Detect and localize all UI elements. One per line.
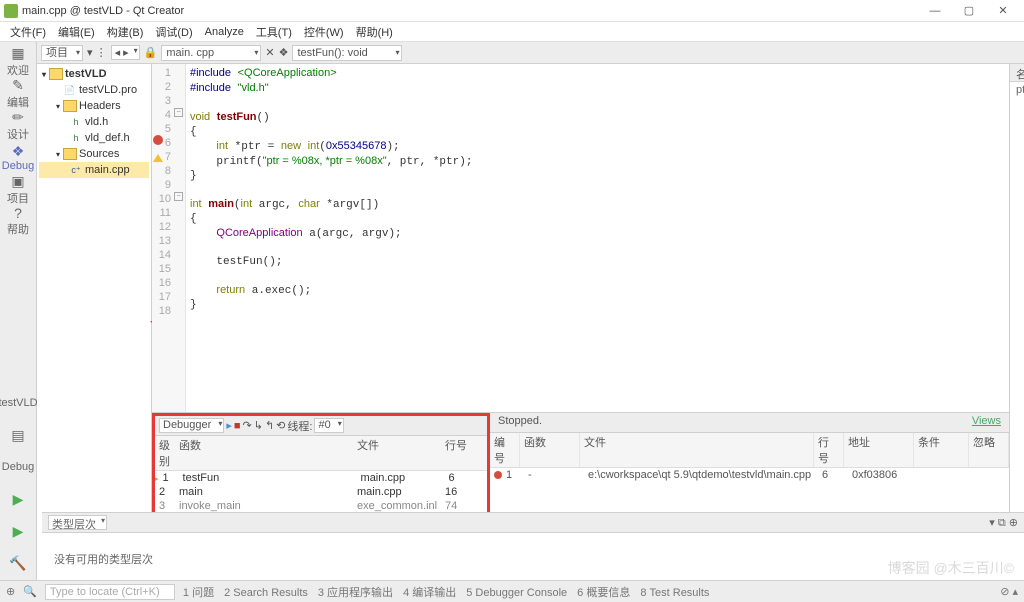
rail-bottom-btn[interactable]: ▶	[0, 484, 36, 514]
rail-项目[interactable]: ▣项目	[0, 174, 36, 204]
tree-header-file[interactable]: hvld_def.h	[39, 130, 149, 146]
line-gutter[interactable]: 123 4− 5 6 7 89 10− 1112131415161718	[152, 64, 186, 412]
col-level[interactable]: 级别	[155, 436, 175, 470]
locals-col-name[interactable]: 名称	[1010, 64, 1024, 81]
file-breadcrumb[interactable]: main. cpp	[161, 45, 261, 61]
menu-bar: 文件(F)编辑(E)构建(B)调试(D)Analyze工具(T)控件(W)帮助(…	[0, 22, 1024, 42]
rail-bottom-btn[interactable]: Debug	[0, 452, 36, 482]
nav-back[interactable]: ◂ ▸	[111, 45, 140, 60]
breakpoint-marker[interactable]	[153, 135, 163, 145]
debugger-status: Stopped.	[498, 415, 542, 430]
stack-frame[interactable]: 2mainmain.cpp16	[155, 485, 487, 499]
debug-step-over-icon[interactable]: ↷	[243, 419, 252, 432]
window-title: main.cpp @ testVLD - Qt Creator	[22, 5, 918, 17]
type-hierarchy-panel: 类型层次 ▾ ⧉ ⊕ 没有可用的类型层次	[42, 512, 1024, 580]
output-tab[interactable]: 4 编译输出	[403, 587, 456, 599]
menu-item[interactable]: 文件(F)	[4, 22, 52, 42]
panel-controls[interactable]: ▾ ⧉ ⊕	[989, 516, 1018, 530]
breakpoint-dot-icon	[494, 471, 502, 479]
rail-编辑[interactable]: ✎编辑	[0, 78, 36, 108]
menu-item[interactable]: 编辑(E)	[52, 22, 101, 42]
debug-restart-icon[interactable]: ⟲	[276, 419, 285, 432]
thread-label: 线程:	[287, 418, 312, 434]
stack-frame[interactable]: ▸1testFunmain.cpp6	[155, 471, 487, 485]
bp-header: 编号 函数 文件 行号 地址 条件 忽略	[490, 433, 1009, 468]
menu-item[interactable]: 工具(T)	[250, 22, 298, 42]
rail-bottom-btn[interactable]: ▤	[0, 420, 36, 450]
rail-帮助[interactable]: ?帮助	[0, 206, 36, 236]
project-selector[interactable]: 项目	[41, 45, 83, 61]
thread-selector[interactable]: #0	[314, 418, 343, 433]
code-editor[interactable]: 123 4− 5 6 7 89 10− 1112131415161718 #in…	[152, 64, 1009, 580]
filter-icon[interactable]: ▾ ⋮	[87, 46, 107, 59]
menu-item[interactable]: 帮助(H)	[350, 22, 399, 42]
rail-bottom-btn[interactable]: 🔨	[0, 548, 36, 578]
status-close-icon[interactable]: ⊘ ▴	[1000, 585, 1018, 598]
stack-frame[interactable]: 3invoke_mainexe_common.inl74	[155, 499, 487, 513]
locate-icon[interactable]: ⊕	[6, 585, 15, 598]
debug-step-out-icon[interactable]: ↰	[265, 419, 274, 432]
app-icon	[4, 4, 18, 18]
tree-project-root[interactable]: ▾testVLD	[39, 66, 149, 82]
output-tab[interactable]: 1 问题	[183, 587, 214, 599]
locals-panel: 名称 值 ptr <optimized out	[1009, 64, 1024, 580]
warning-marker[interactable]	[153, 149, 163, 162]
tree-header-file[interactable]: hvld.h	[39, 114, 149, 130]
debug-continue-icon[interactable]: ▸	[226, 419, 232, 432]
col-file[interactable]: 文件	[353, 436, 441, 470]
tree-headers-folder[interactable]: ▾Headers	[39, 98, 149, 114]
menu-item[interactable]: Analyze	[199, 24, 250, 40]
breakpoint-row[interactable]: 1 - e:\cworkspace\qt 5.9\qtdemo\testvld\…	[490, 468, 1009, 482]
close-file-icon[interactable]: ✕	[265, 46, 274, 59]
output-tab[interactable]: 6 概要信息	[577, 587, 630, 599]
tree-pro-file[interactable]: 📄testVLD.pro	[39, 82, 149, 98]
tree-source-file[interactable]: c⁺main.cpp	[39, 162, 149, 178]
menu-item[interactable]: 构建(B)	[101, 22, 150, 42]
type-hier-selector[interactable]: 类型层次	[48, 515, 107, 530]
maximize-button[interactable]: ▢	[952, 1, 986, 21]
tree-sources-folder[interactable]: ▾Sources	[39, 146, 149, 162]
menu-item[interactable]: 调试(D)	[149, 22, 198, 42]
rail-设计[interactable]: ✏设计	[0, 110, 36, 140]
editor-toolbar: 项目 ▾ ⋮ ◂ ▸ 🔒 main. cpp ✕ ❖ testFun(): vo…	[37, 42, 1024, 64]
mode-rail: ▦欢迎✎编辑✏设计❖Debug▣项目?帮助 testVLD▤Debug▶▶🔨	[0, 42, 37, 580]
status-bar: ⊕ 🔍 Type to locate (Ctrl+K) 1 问题 2 Search…	[0, 580, 1024, 602]
type-hier-empty-msg: 没有可用的类型层次	[50, 537, 1016, 581]
search-icon: 🔍	[23, 585, 37, 598]
output-tab[interactable]: 2 Search Results	[224, 587, 308, 599]
debugger-selector[interactable]: Debugger	[159, 418, 224, 433]
close-button[interactable]: ✕	[986, 1, 1020, 21]
symbol-breadcrumb[interactable]: testFun(): void	[292, 45, 402, 61]
menu-item[interactable]: 控件(W)	[298, 22, 350, 42]
project-tree[interactable]: ▾testVLD 📄testVLD.pro ▾Headers hvld.h hv…	[37, 64, 152, 580]
code-content[interactable]: #include <QCoreApplication> #include "vl…	[186, 64, 1009, 412]
locals-row[interactable]: ptr <optimized out	[1010, 82, 1024, 98]
rail-bottom-btn[interactable]: ▶	[0, 516, 36, 546]
rail-欢迎[interactable]: ▦欢迎	[0, 46, 36, 76]
views-link[interactable]: Views	[972, 415, 1001, 430]
minimize-button[interactable]: —	[918, 1, 952, 21]
rail-bottom-btn[interactable]: testVLD	[0, 388, 36, 418]
debug-step-into-icon[interactable]: ↳	[254, 419, 263, 432]
debug-stop-icon[interactable]: ■	[234, 420, 241, 432]
locator-input[interactable]: Type to locate (Ctrl+K)	[45, 584, 175, 600]
lock-icon[interactable]: 🔒	[144, 46, 158, 59]
rail-debug[interactable]: ❖Debug	[0, 142, 36, 172]
output-tab[interactable]: 8 Test Results	[640, 587, 709, 599]
col-func[interactable]: 函数	[175, 436, 353, 470]
output-tab[interactable]: 3 应用程序输出	[318, 587, 393, 599]
title-bar: main.cpp @ testVLD - Qt Creator — ▢ ✕	[0, 0, 1024, 22]
output-tab[interactable]: 5 Debugger Console	[466, 587, 567, 599]
bookmark-icon[interactable]: ❖	[279, 46, 289, 59]
col-line[interactable]: 行号	[441, 436, 481, 470]
